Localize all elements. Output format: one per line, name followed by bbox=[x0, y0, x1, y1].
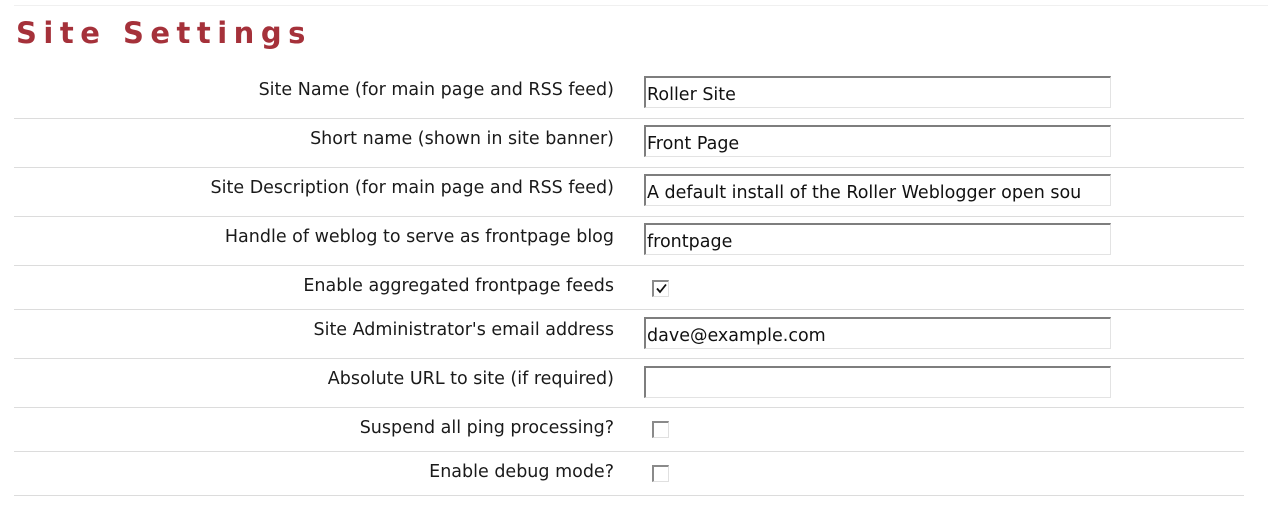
setting-row-suspend-ping: Suspend all ping processing? bbox=[14, 408, 1244, 452]
setting-row-absolute-url: Absolute URL to site (if required) bbox=[14, 359, 1244, 408]
top-divider bbox=[14, 5, 1268, 6]
absolute-url-field[interactable] bbox=[644, 366, 1111, 398]
setting-row-admin-email: Site Administrator's email address dave@… bbox=[14, 310, 1244, 359]
setting-row-debug-mode: Enable debug mode? bbox=[14, 452, 1244, 496]
absolute-url-label: Absolute URL to site (if required) bbox=[327, 369, 614, 389]
page-title: Site Settings bbox=[16, 16, 312, 50]
setting-row-short-name: Short name (shown in site banner) Front … bbox=[14, 119, 1244, 168]
site-description-label: Site Description (for main page and RSS … bbox=[210, 178, 614, 198]
aggregated-feeds-checkbox[interactable] bbox=[652, 280, 669, 297]
frontpage-handle-label: Handle of weblog to serve as frontpage b… bbox=[224, 227, 614, 247]
suspend-ping-checkbox[interactable] bbox=[652, 421, 669, 438]
admin-email-label: Site Administrator's email address bbox=[313, 320, 614, 340]
admin-email-field[interactable]: dave@example.com bbox=[644, 317, 1111, 349]
site-name-label: Site Name (for main page and RSS feed) bbox=[258, 80, 614, 100]
short-name-label: Short name (shown in site banner) bbox=[310, 129, 614, 149]
debug-mode-label: Enable debug mode? bbox=[429, 462, 614, 482]
debug-mode-checkbox[interactable] bbox=[652, 465, 669, 482]
check-mark-icon bbox=[656, 283, 667, 294]
site-description-field[interactable]: A default install of the Roller Weblogge… bbox=[644, 174, 1111, 206]
suspend-ping-label: Suspend all ping processing? bbox=[359, 418, 614, 438]
short-name-field[interactable]: Front Page bbox=[644, 125, 1111, 157]
setting-row-site-description: Site Description (for main page and RSS … bbox=[14, 168, 1244, 217]
frontpage-handle-field[interactable]: frontpage bbox=[644, 223, 1111, 255]
aggregated-feeds-label: Enable aggregated frontpage feeds bbox=[303, 276, 614, 296]
setting-row-site-name: Site Name (for main page and RSS feed) R… bbox=[14, 70, 1244, 119]
site-name-field[interactable]: Roller Site bbox=[644, 76, 1111, 108]
setting-row-aggregated-feeds: Enable aggregated frontpage feeds bbox=[14, 266, 1244, 310]
setting-row-frontpage-handle: Handle of weblog to serve as frontpage b… bbox=[14, 217, 1244, 266]
